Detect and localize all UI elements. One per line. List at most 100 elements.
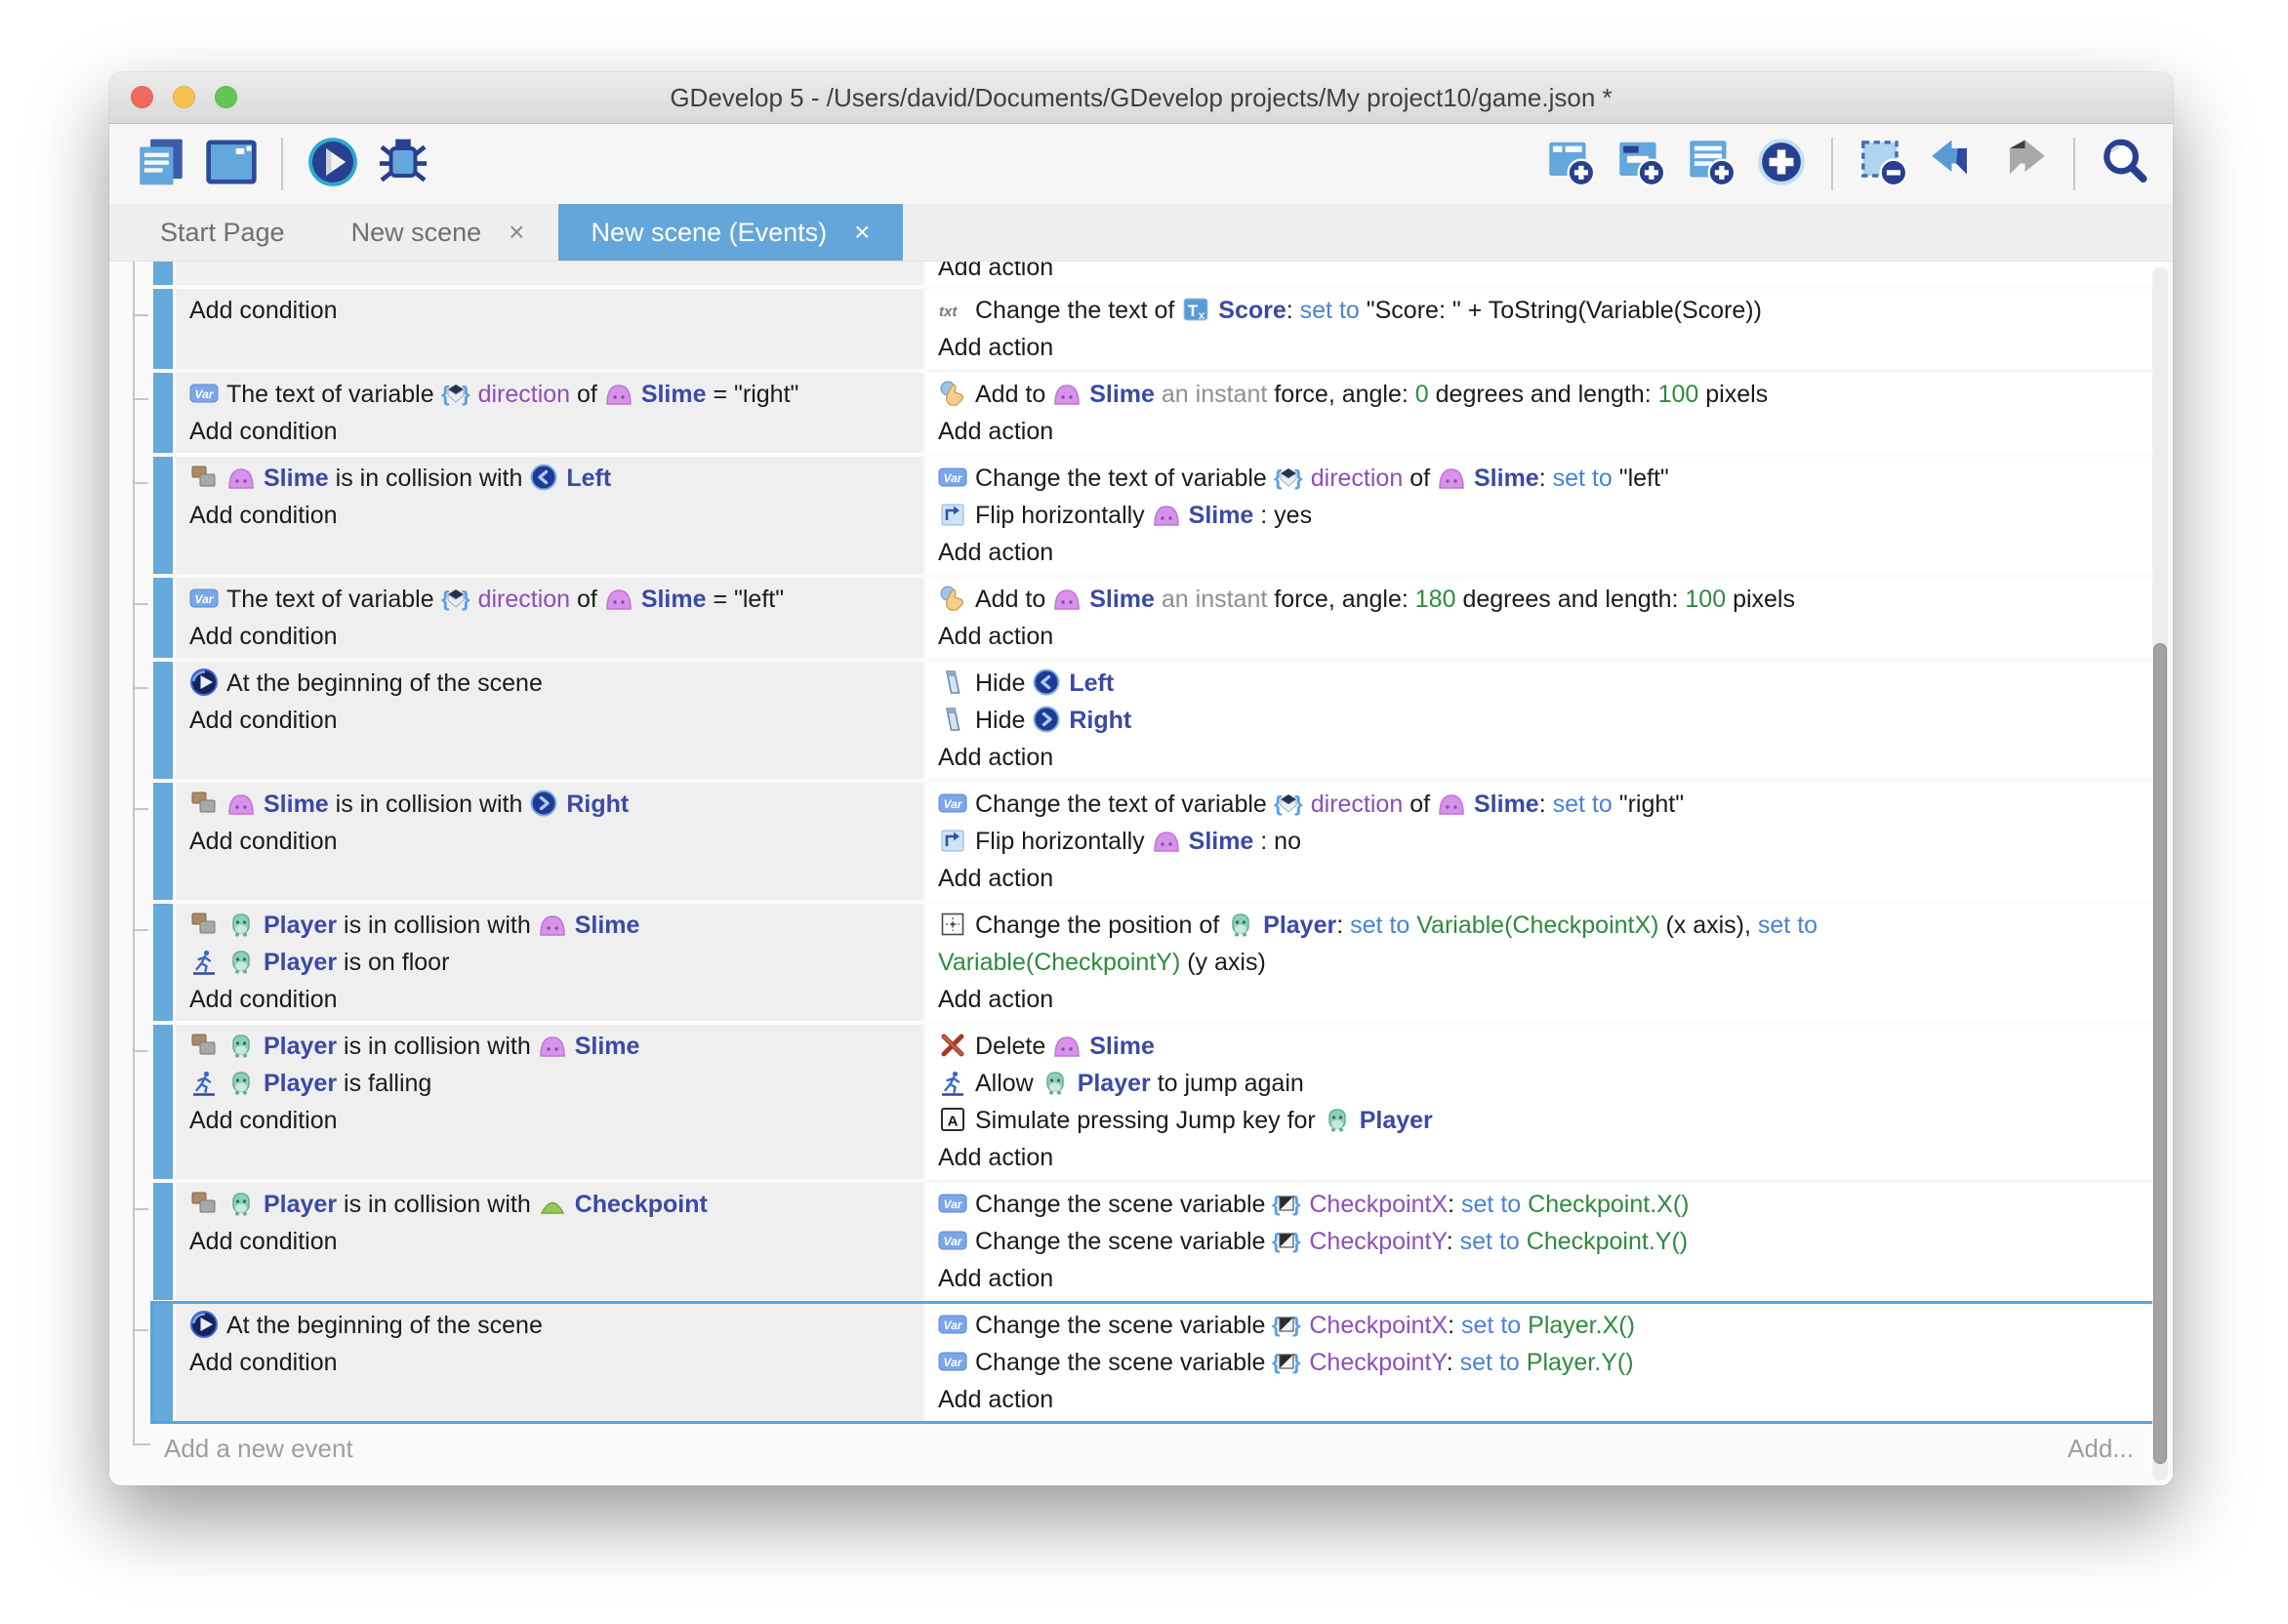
- add-action-button[interactable]: Add action: [938, 329, 2151, 366]
- add-action-button[interactable]: Add action: [938, 981, 2151, 1018]
- add-condition-button[interactable]: Add condition: [189, 413, 910, 450]
- condition-line[interactable]: Player is in collision with Checkpoint: [189, 1186, 910, 1223]
- conditions-cell[interactable]: At the beginning of the sceneAdd conditi…: [176, 662, 923, 779]
- condition-line[interactable]: At the beginning of the scene: [189, 1307, 910, 1344]
- action-line[interactable]: Flip horizontally Slime : yes: [938, 497, 2151, 534]
- actions-cell[interactable]: VarChange the scene variable {}Checkpoin…: [926, 1183, 2163, 1300]
- event-handle-bar[interactable]: [153, 1183, 173, 1300]
- conditions-cell[interactable]: VarThe text of variable {}direction of S…: [176, 373, 923, 453]
- add-button[interactable]: Add...: [2067, 1434, 2134, 1464]
- delete-event-button[interactable]: [1855, 136, 1911, 192]
- conditions-cell[interactable]: At the beginning of the sceneAdd conditi…: [176, 1304, 923, 1421]
- action-line[interactable]: VarChange the scene variable {}Checkpoin…: [938, 1223, 2151, 1260]
- event-handle-bar[interactable]: [153, 578, 173, 658]
- add-condition-button[interactable]: Add condition: [189, 702, 910, 739]
- event-row[interactable]: Player is in collision with SlimePlayer …: [139, 904, 2163, 1021]
- event-row[interactable]: Add action: [139, 262, 2163, 285]
- actions-cell[interactable]: Add to Slime an instant force, angle: 0 …: [926, 373, 2163, 453]
- scrollbar-thumb[interactable]: [2153, 643, 2167, 1464]
- add-condition-button[interactable]: Add condition: [189, 981, 910, 1018]
- action-line[interactable]: Add to Slime an instant force, angle: 0 …: [938, 376, 2151, 413]
- conditions-cell[interactable]: Slime is in collision with LeftAdd condi…: [176, 457, 923, 574]
- condition-line[interactable]: Slime is in collision with Right: [189, 786, 910, 823]
- add-condition-button[interactable]: Add condition: [189, 292, 910, 329]
- conditions-cell[interactable]: VarThe text of variable {}direction of S…: [176, 578, 923, 658]
- actions-cell[interactable]: txtChange the text of TxScore: set to "S…: [926, 289, 2163, 369]
- action-line[interactable]: Change the position of Player: set to Va…: [938, 907, 2151, 944]
- action-line[interactable]: VarChange the scene variable {}Checkpoin…: [938, 1186, 2151, 1223]
- add-condition-button[interactable]: Add condition: [189, 1344, 910, 1381]
- conditions-cell[interactable]: Player is in collision with CheckpointAd…: [176, 1183, 923, 1300]
- event-handle-bar[interactable]: [153, 373, 173, 453]
- action-line[interactable]: VarChange the text of variable {}directi…: [938, 786, 2151, 823]
- add-new-event-button[interactable]: Add a new event: [164, 1434, 353, 1464]
- action-line[interactable]: Add to Slime an instant force, angle: 18…: [938, 581, 2151, 618]
- event-row[interactable]: VarThe text of variable {}direction of S…: [139, 373, 2163, 453]
- event-handle-bar[interactable]: [153, 783, 173, 900]
- add-condition-button[interactable]: Add condition: [189, 823, 910, 860]
- add-action-button[interactable]: Add action: [938, 262, 2151, 285]
- action-line[interactable]: Hide Left: [938, 665, 2151, 702]
- event-row[interactable]: Player is in collision with SlimePlayer …: [139, 1025, 2163, 1179]
- action-line[interactable]: ASimulate pressing Jump key for Player: [938, 1102, 2151, 1139]
- vertical-scrollbar[interactable]: [2152, 267, 2168, 1481]
- project-manager-button[interactable]: [133, 136, 189, 192]
- event-handle-bar[interactable]: [153, 289, 173, 369]
- actions-cell[interactable]: Change the position of Player: set to Va…: [926, 904, 2163, 1021]
- tab-new-scene-events-[interactable]: New scene (Events)×: [558, 204, 904, 261]
- play-button[interactable]: [305, 136, 361, 192]
- action-line[interactable]: txtChange the text of TxScore: set to "S…: [938, 292, 2151, 329]
- event-row[interactable]: At the beginning of the sceneAdd conditi…: [139, 662, 2163, 779]
- add-condition-button[interactable]: Add condition: [189, 1223, 910, 1260]
- add-event-button[interactable]: [1542, 136, 1599, 192]
- event-handle-bar[interactable]: [153, 262, 173, 285]
- actions-cell[interactable]: VarChange the scene variable {}Checkpoin…: [926, 1304, 2163, 1421]
- actions-cell[interactable]: Delete SlimeAllow Player to jump againAS…: [926, 1025, 2163, 1179]
- action-line[interactable]: VarChange the text of variable {}directi…: [938, 460, 2151, 497]
- action-line[interactable]: VarChange the scene variable {}Checkpoin…: [938, 1307, 2151, 1344]
- actions-cell[interactable]: Hide LeftHide RightAdd action: [926, 662, 2163, 779]
- condition-line[interactable]: Player is in collision with Slime: [189, 1028, 910, 1065]
- conditions-cell[interactable]: Add condition: [176, 289, 923, 369]
- condition-line[interactable]: At the beginning of the scene: [189, 665, 910, 702]
- action-line[interactable]: Allow Player to jump again: [938, 1065, 2151, 1102]
- condition-line[interactable]: Player is on floor: [189, 944, 910, 981]
- add-action-button[interactable]: Add action: [938, 413, 2151, 450]
- action-line[interactable]: VarChange the scene variable {}Checkpoin…: [938, 1344, 2151, 1381]
- event-row[interactable]: Slime is in collision with LeftAdd condi…: [139, 457, 2163, 574]
- actions-cell[interactable]: VarChange the text of variable {}directi…: [926, 457, 2163, 574]
- add-action-button[interactable]: Add action: [938, 1139, 2151, 1176]
- debugger-button[interactable]: [375, 136, 431, 192]
- add-action-button[interactable]: Add action: [938, 739, 2151, 776]
- add-action-button[interactable]: Add action: [938, 1381, 2151, 1418]
- tab-close-icon[interactable]: ×: [509, 217, 524, 248]
- add-condition-button[interactable]: Add condition: [189, 497, 910, 534]
- conditions-cell[interactable]: Slime is in collision with RightAdd cond…: [176, 783, 923, 900]
- event-handle-bar[interactable]: [153, 662, 173, 779]
- action-line[interactable]: Flip horizontally Slime : no: [938, 823, 2151, 860]
- search-button[interactable]: [2097, 136, 2153, 192]
- event-row[interactable]: Add condition txtChange the text of TxSco…: [139, 289, 2163, 369]
- add-comment-button[interactable]: [1683, 136, 1739, 192]
- event-row[interactable]: VarThe text of variable {}direction of S…: [139, 578, 2163, 658]
- event-row[interactable]: At the beginning of the sceneAdd conditi…: [139, 1304, 2163, 1421]
- condition-line[interactable]: Player is falling: [189, 1065, 910, 1102]
- actions-cell[interactable]: Add action: [926, 262, 2163, 285]
- conditions-cell[interactable]: [176, 262, 923, 285]
- close-button[interactable]: [131, 86, 153, 108]
- add-action-button[interactable]: Add action: [938, 618, 2151, 655]
- event-handle-bar[interactable]: [153, 904, 173, 1021]
- add-circle-button[interactable]: [1753, 136, 1810, 192]
- actions-cell[interactable]: VarChange the text of variable {}directi…: [926, 783, 2163, 900]
- redo-button[interactable]: [1995, 136, 2052, 192]
- event-row[interactable]: Slime is in collision with RightAdd cond…: [139, 783, 2163, 900]
- event-handle-bar[interactable]: [153, 1025, 173, 1179]
- condition-line[interactable]: VarThe text of variable {}direction of S…: [189, 376, 910, 413]
- condition-line[interactable]: VarThe text of variable {}direction of S…: [189, 581, 910, 618]
- conditions-cell[interactable]: Player is in collision with SlimePlayer …: [176, 1025, 923, 1179]
- event-handle-bar[interactable]: [153, 1304, 173, 1421]
- conditions-cell[interactable]: Player is in collision with SlimePlayer …: [176, 904, 923, 1021]
- add-action-button[interactable]: Add action: [938, 860, 2151, 897]
- add-condition-button[interactable]: Add condition: [189, 618, 910, 655]
- condition-line[interactable]: Slime is in collision with Left: [189, 460, 910, 497]
